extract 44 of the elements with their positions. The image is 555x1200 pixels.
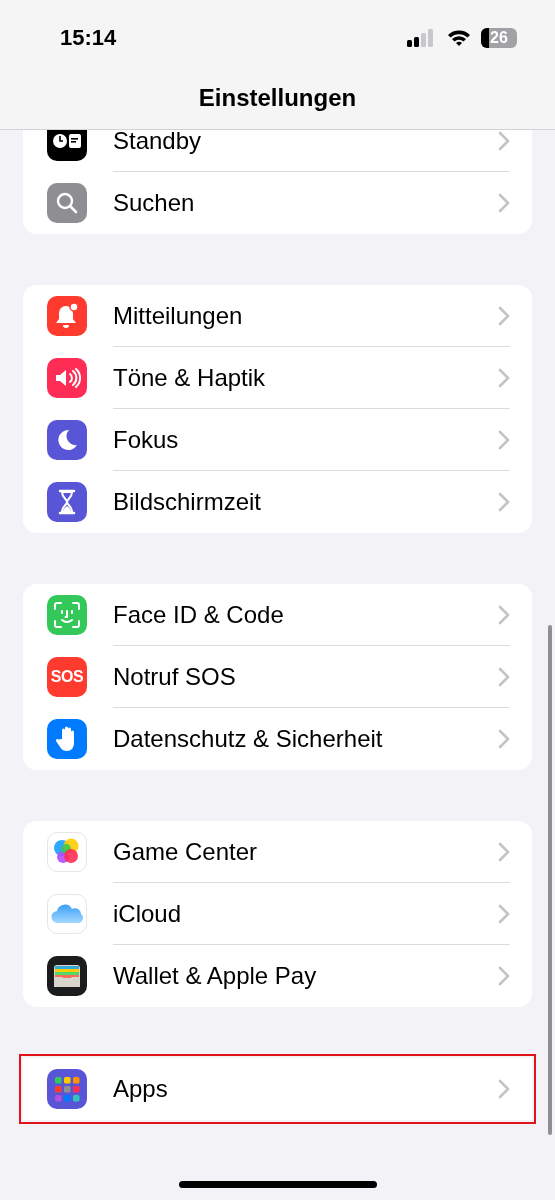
chevron-icon xyxy=(498,429,510,450)
chevron-icon xyxy=(498,604,510,625)
row-label: Standby xyxy=(113,130,203,156)
search-icon xyxy=(47,183,87,223)
row-label: Fokus xyxy=(113,424,180,455)
chevron-icon xyxy=(498,666,510,687)
chevron-icon xyxy=(498,966,510,986)
battery-level: 26 xyxy=(490,29,508,46)
battery-fill xyxy=(481,27,489,48)
bell-icon xyxy=(47,296,87,336)
cloud-icon xyxy=(47,894,87,934)
chevron-icon xyxy=(498,305,510,326)
chevron-icon xyxy=(498,130,510,151)
row-label: iCloud xyxy=(113,898,183,929)
speaker-icon xyxy=(47,358,87,398)
moon-icon xyxy=(47,420,87,460)
row-label: Mitteilungen xyxy=(113,300,244,331)
wifi-icon xyxy=(447,28,471,47)
row-label: Töne & Haptik xyxy=(113,362,267,393)
bubbles-icon xyxy=(47,832,87,872)
face-scan-icon xyxy=(47,595,87,635)
signal-icon xyxy=(407,28,435,47)
row-label: Apps xyxy=(113,1074,169,1104)
status-time: 15:14 xyxy=(60,24,118,52)
sos-icon-label: SOS xyxy=(50,669,84,685)
hourglass-icon xyxy=(47,482,87,522)
chevron-icon xyxy=(498,841,510,862)
row-label: Wallet & Apple Pay xyxy=(113,961,318,991)
row-label: Suchen xyxy=(113,188,196,218)
app-grid-icon xyxy=(47,1069,87,1109)
wallet-icon xyxy=(47,956,87,996)
hand-icon xyxy=(47,719,87,759)
row-label: Game Center xyxy=(113,836,259,867)
row-label: Datenschutz & Sicherheit xyxy=(113,724,384,754)
row-label: Bildschirmzeit xyxy=(113,487,263,517)
chevron-icon xyxy=(498,729,510,749)
chevron-icon xyxy=(498,1079,510,1099)
window-title: Einstellungen xyxy=(198,83,357,113)
row-label: Notruf SOS xyxy=(113,661,237,692)
chevron-icon xyxy=(498,193,510,213)
row-label: Face ID & Code xyxy=(113,599,285,630)
chevron-icon xyxy=(498,492,510,512)
chevron-icon xyxy=(498,903,510,924)
chevron-icon xyxy=(498,367,510,388)
